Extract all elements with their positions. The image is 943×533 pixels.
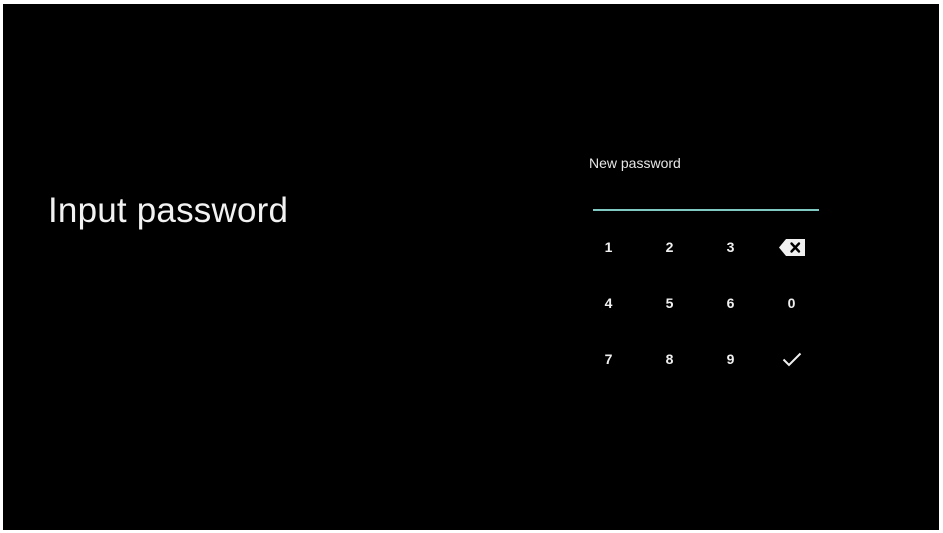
key-4[interactable]: 4: [578, 275, 639, 331]
key-6[interactable]: 6: [700, 275, 761, 331]
key-3[interactable]: 3: [700, 219, 761, 275]
numeric-keypad: 123 4560 789: [578, 219, 822, 387]
backspace-button[interactable]: [761, 219, 822, 275]
password-input[interactable]: [593, 209, 819, 211]
key-8[interactable]: 8: [639, 331, 700, 387]
key-7[interactable]: 7: [578, 331, 639, 387]
key-2[interactable]: 2: [639, 219, 700, 275]
key-0[interactable]: 0: [761, 275, 822, 331]
password-field-label: New password: [589, 155, 681, 171]
key-9[interactable]: 9: [700, 331, 761, 387]
page-title: Input password: [48, 191, 289, 230]
key-1[interactable]: 1: [578, 219, 639, 275]
backspace-icon: [778, 238, 805, 256]
confirm-button[interactable]: [761, 331, 822, 387]
checkmark-icon: [782, 352, 802, 367]
password-screen: Input password New password 123 4560 789: [3, 4, 939, 530]
key-5[interactable]: 5: [639, 275, 700, 331]
